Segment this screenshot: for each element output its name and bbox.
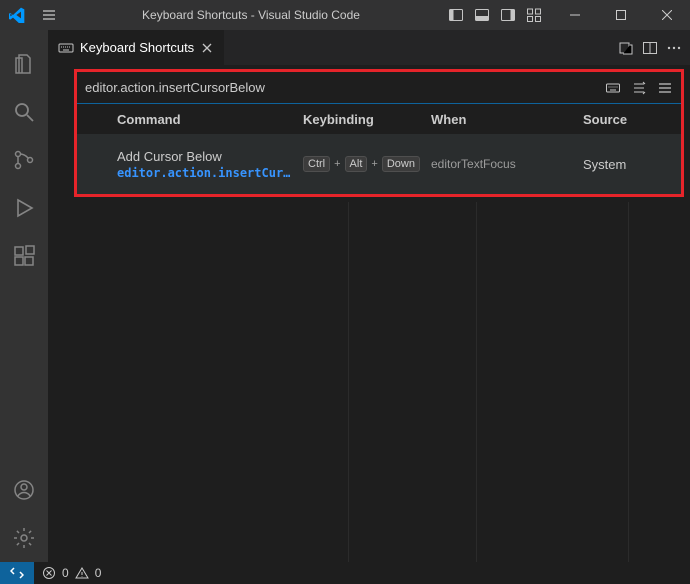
command-name: Add Cursor Below bbox=[117, 149, 303, 164]
record-keys-icon[interactable] bbox=[605, 80, 621, 96]
toggle-secondary-sidebar-icon[interactable] bbox=[496, 3, 520, 27]
error-count: 0 bbox=[62, 566, 69, 580]
error-icon bbox=[42, 566, 56, 580]
vscode-logo-icon bbox=[0, 7, 34, 23]
warning-icon bbox=[75, 566, 89, 580]
layout-controls bbox=[438, 3, 552, 27]
close-button[interactable] bbox=[644, 0, 690, 30]
key-ctrl: Ctrl bbox=[303, 156, 330, 172]
cell-when: editorTextFocus bbox=[431, 157, 583, 171]
header-when[interactable]: When bbox=[431, 112, 583, 127]
title-bar: Keyboard Shortcuts - Visual Studio Code bbox=[0, 0, 690, 30]
search-input[interactable] bbox=[85, 80, 605, 95]
header-keybinding[interactable]: Keybinding bbox=[303, 112, 431, 127]
cell-keybinding: Ctrl + Alt + Down bbox=[303, 156, 431, 172]
activity-bar bbox=[0, 30, 48, 562]
accounts-icon[interactable] bbox=[0, 466, 48, 514]
toggle-panel-icon[interactable] bbox=[470, 3, 494, 27]
key-down: Down bbox=[382, 156, 420, 172]
key-alt: Alt bbox=[345, 156, 368, 172]
menu-icon[interactable] bbox=[34, 7, 64, 23]
cell-source: System bbox=[583, 157, 681, 172]
toggle-primary-sidebar-icon[interactable] bbox=[444, 3, 468, 27]
table-header: Command Keybinding When Source bbox=[77, 104, 681, 134]
explorer-icon[interactable] bbox=[0, 40, 48, 88]
extensions-icon[interactable] bbox=[0, 232, 48, 280]
editor-actions bbox=[610, 30, 690, 65]
customize-layout-icon[interactable] bbox=[522, 3, 546, 27]
cell-command: Add Cursor Below editor.action.insertCur… bbox=[77, 149, 303, 180]
settings-gear-icon[interactable] bbox=[0, 514, 48, 562]
warning-count: 0 bbox=[95, 566, 102, 580]
column-divider bbox=[628, 202, 629, 562]
run-debug-icon[interactable] bbox=[0, 184, 48, 232]
remote-indicator[interactable] bbox=[0, 562, 34, 584]
source-control-icon[interactable] bbox=[0, 136, 48, 184]
problems-indicator[interactable]: 0 0 bbox=[34, 566, 109, 580]
close-icon[interactable] bbox=[200, 41, 214, 55]
header-command[interactable]: Command bbox=[77, 112, 303, 127]
minimize-button[interactable] bbox=[552, 0, 598, 30]
search-row bbox=[77, 72, 681, 104]
clear-search-icon[interactable] bbox=[657, 80, 673, 96]
window-title: Keyboard Shortcuts - Visual Studio Code bbox=[64, 8, 438, 22]
keyboard-icon bbox=[58, 40, 74, 56]
tab-bar: Keyboard Shortcuts bbox=[48, 30, 690, 65]
column-divider bbox=[348, 202, 349, 562]
column-divider bbox=[476, 202, 477, 562]
main-area: Keyboard Shortcuts bbox=[0, 30, 690, 562]
table-row[interactable]: Add Cursor Below editor.action.insertCur… bbox=[77, 134, 681, 194]
open-keybindings-json-icon[interactable] bbox=[618, 40, 634, 56]
keybindings-editor: Command Keybinding When Source Add Curso… bbox=[74, 69, 684, 197]
sort-precedence-icon[interactable] bbox=[631, 80, 647, 96]
tab-keyboard-shortcuts[interactable]: Keyboard Shortcuts bbox=[48, 30, 225, 65]
tab-label: Keyboard Shortcuts bbox=[80, 40, 194, 55]
editor-area: Keyboard Shortcuts bbox=[48, 30, 690, 562]
more-actions-icon[interactable] bbox=[666, 40, 682, 56]
window-controls bbox=[552, 0, 690, 30]
header-source[interactable]: Source bbox=[583, 112, 681, 127]
maximize-button[interactable] bbox=[598, 0, 644, 30]
command-id: editor.action.insertCursor… bbox=[117, 166, 297, 180]
status-bar: 0 0 bbox=[0, 562, 690, 584]
split-editor-icon[interactable] bbox=[642, 40, 658, 56]
search-icon[interactable] bbox=[0, 88, 48, 136]
